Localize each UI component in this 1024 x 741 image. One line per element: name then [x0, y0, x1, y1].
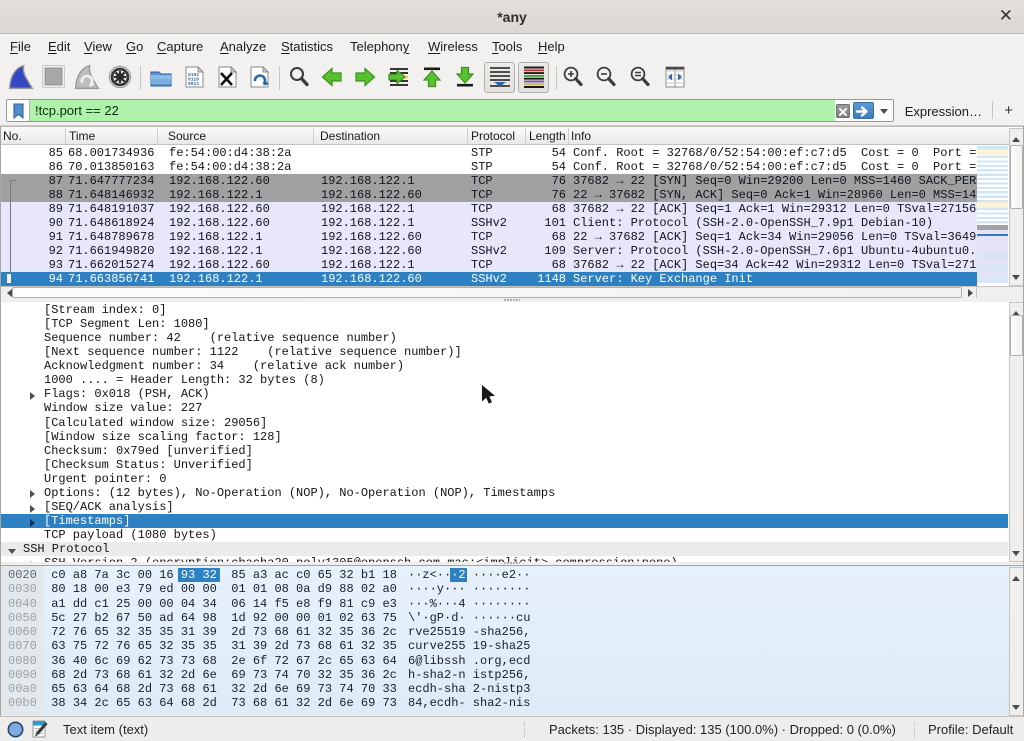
svg-text:0011: 0011: [188, 81, 199, 87]
